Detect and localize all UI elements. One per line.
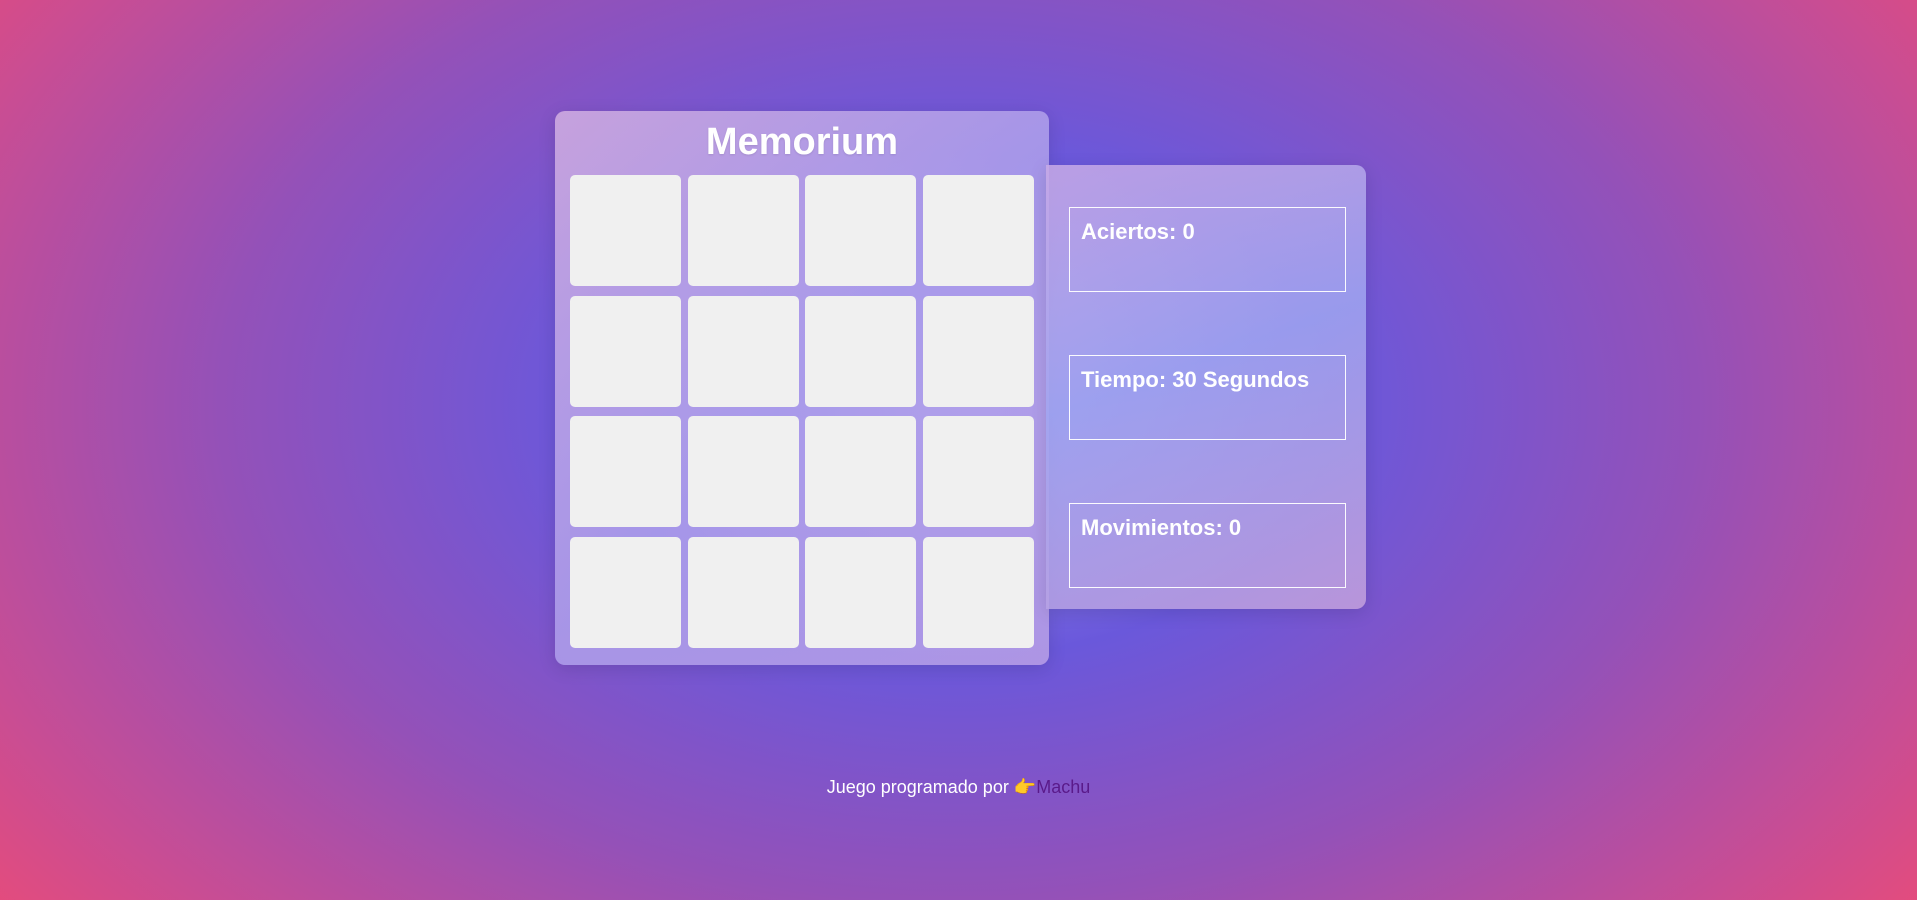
card-14[interactable] <box>687 536 799 648</box>
stats-panel: Aciertos: 0 Tiempo: 30 Segundos Movimien… <box>1046 165 1366 609</box>
game-board: Memorium <box>555 111 1049 665</box>
footer-text: Juego programado por <box>826 777 1014 797</box>
card-4[interactable] <box>922 175 1034 286</box>
card-9[interactable] <box>570 416 681 527</box>
card-8[interactable] <box>922 295 1034 407</box>
card-2[interactable] <box>687 175 799 286</box>
card-5[interactable] <box>570 295 681 407</box>
card-grid <box>570 175 1034 648</box>
card-7[interactable] <box>805 295 916 407</box>
pointing-hand-icon: 👉 <box>1013 777 1037 797</box>
card-6[interactable] <box>687 295 799 407</box>
moves-counter: Movimientos: 0 <box>1069 503 1346 588</box>
footer: Juego programado por 👉Machu <box>0 777 1917 798</box>
game-title: Memorium <box>705 121 899 163</box>
card-12[interactable] <box>922 416 1034 527</box>
card-3[interactable] <box>805 175 916 286</box>
hits-counter: Aciertos: 0 <box>1069 207 1346 292</box>
card-16[interactable] <box>922 536 1034 648</box>
author-link[interactable]: Machu <box>1036 777 1090 797</box>
time-counter: Tiempo: 30 Segundos <box>1069 355 1346 440</box>
card-13[interactable] <box>570 536 681 648</box>
card-1[interactable] <box>570 175 681 286</box>
card-11[interactable] <box>805 416 916 527</box>
card-15[interactable] <box>805 536 916 648</box>
card-10[interactable] <box>687 416 799 527</box>
